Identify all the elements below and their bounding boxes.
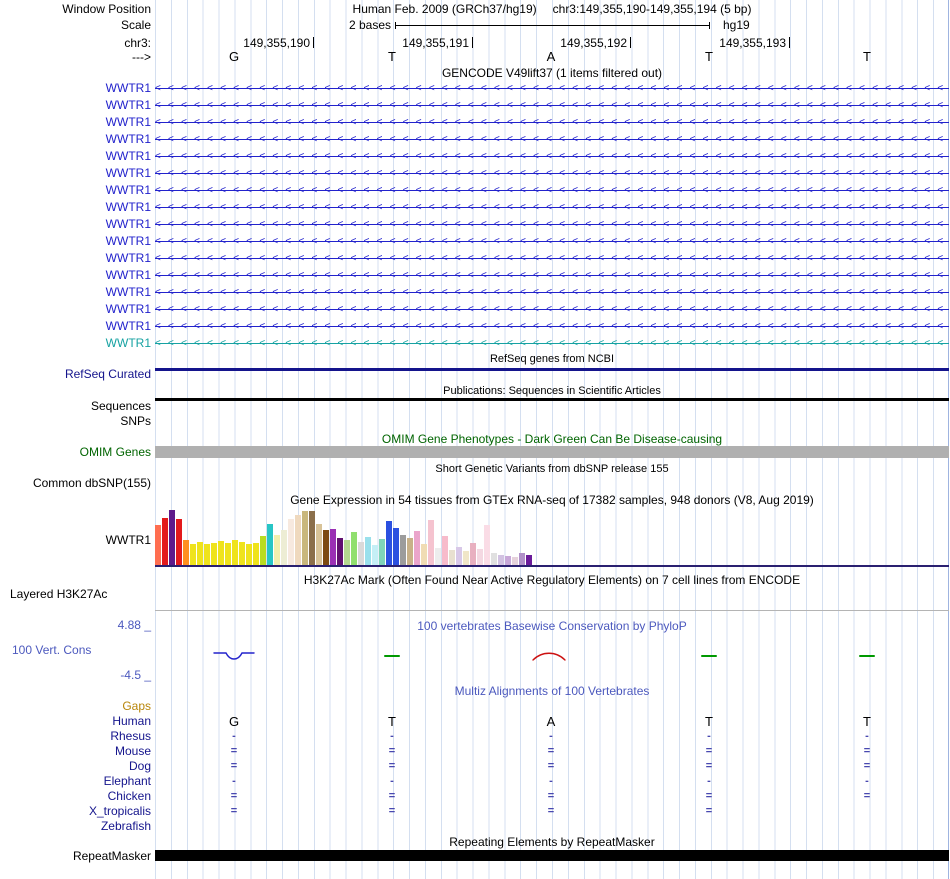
gencode-transcript-label[interactable]: WWTR1 [0, 336, 151, 350]
omim-genes-label[interactable]: OMIM Genes [0, 445, 151, 459]
species-label[interactable]: Dog [0, 759, 151, 773]
gencode-transcript-label[interactable]: WWTR1 [0, 217, 151, 231]
gencode-transcript-label[interactable]: WWTR1 [0, 98, 151, 112]
gencode-transcript-label[interactable]: WWTR1 [0, 268, 151, 282]
gencode-transcript-label[interactable]: WWTR1 [0, 234, 151, 248]
window-position-label: Window Position [62, 2, 151, 16]
species-label[interactable]: Gaps [0, 699, 151, 713]
gencode-transcript-label[interactable]: WWTR1 [0, 183, 151, 197]
track-label-gutter: Window Position Scale chr3: ---> RefSeq … [0, 0, 950, 879]
scale-label: Scale [120, 18, 151, 32]
gencode-transcript-label[interactable]: WWTR1 [0, 319, 151, 333]
species-label[interactable]: Mouse [0, 744, 151, 758]
gtex-gene-label[interactable]: WWTR1 [0, 533, 151, 547]
common-dbsnp-label[interactable]: Common dbSNP(155) [0, 476, 151, 490]
conservation-min-label: -4.5 _ [120, 668, 151, 682]
gencode-transcript-label[interactable]: WWTR1 [0, 81, 151, 95]
gencode-transcript-label[interactable]: WWTR1 [0, 200, 151, 214]
sequences-label[interactable]: Sequences [0, 399, 151, 413]
refseq-curated-label[interactable]: RefSeq Curated [0, 367, 151, 381]
gencode-transcript-label[interactable]: WWTR1 [0, 149, 151, 163]
repeatmasker-label[interactable]: RepeatMasker [0, 849, 151, 863]
chrom-label: chr3: [124, 36, 151, 50]
gencode-transcript-label[interactable]: WWTR1 [0, 132, 151, 146]
species-label[interactable]: Zebrafish [0, 819, 151, 833]
species-label[interactable]: Elephant [0, 774, 151, 788]
gencode-transcript-label[interactable]: WWTR1 [0, 285, 151, 299]
species-label[interactable]: Human [0, 714, 151, 728]
conservation-track-label[interactable]: 100 Vert. Cons [12, 643, 91, 657]
genome-browser-image: Human Feb. 2009 (GRCh37/hg19) chr3:149,3… [0, 0, 950, 879]
gencode-transcript-label[interactable]: WWTR1 [0, 166, 151, 180]
strand-label: ---> [132, 50, 151, 64]
layered-h3k27ac-label[interactable]: Layered H3K27Ac [10, 587, 107, 601]
gencode-transcript-label[interactable]: WWTR1 [0, 251, 151, 265]
snps-label[interactable]: SNPs [0, 414, 151, 428]
gencode-transcript-label[interactable]: WWTR1 [0, 302, 151, 316]
species-label[interactable]: Rhesus [0, 729, 151, 743]
gencode-transcript-label[interactable]: WWTR1 [0, 115, 151, 129]
species-label[interactable]: X_tropicalis [0, 804, 151, 818]
conservation-max-label: 4.88 _ [117, 618, 151, 632]
species-label[interactable]: Chicken [0, 789, 151, 803]
